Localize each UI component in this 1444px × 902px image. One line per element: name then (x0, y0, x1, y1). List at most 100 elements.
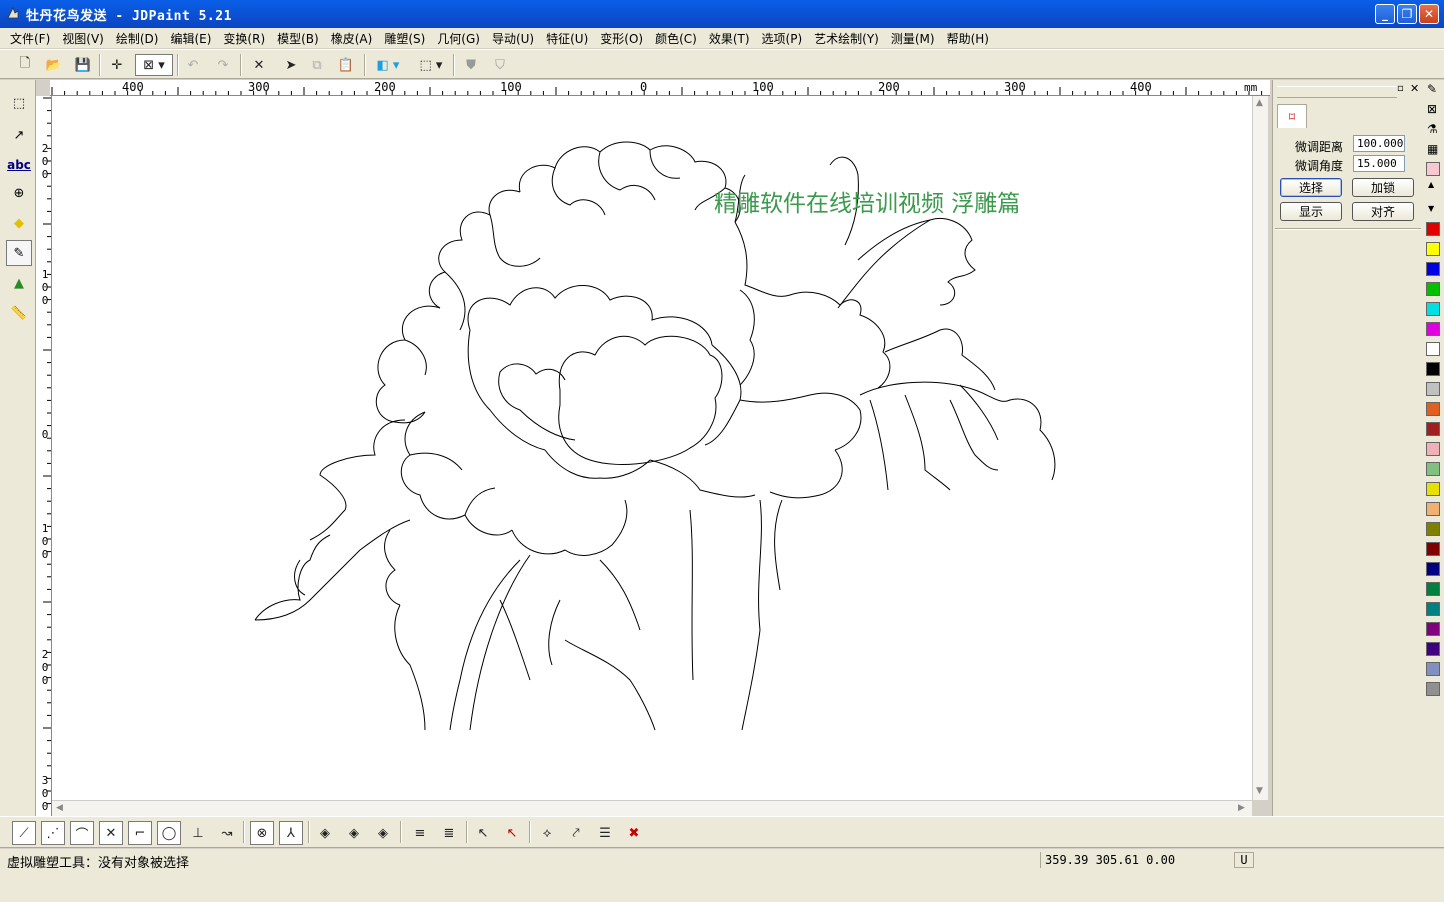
view-3d-button[interactable]: ◧ ▾ (370, 54, 406, 76)
fillet-tool-button[interactable]: ⌐ (128, 821, 152, 845)
select-tool[interactable]: ⬚ (6, 90, 32, 116)
color-swatch[interactable] (1426, 662, 1440, 676)
cancel-tool-button[interactable]: ✖ (622, 821, 646, 845)
color-swatch-current[interactable] (1426, 162, 1440, 176)
lock-button[interactable]: 加锁 (1352, 178, 1414, 197)
fine-angle-input[interactable]: 15.000 (1353, 155, 1405, 172)
hatch-tool-button-1[interactable]: ≡ (408, 821, 432, 845)
menu-transform[interactable]: 变换(R) (217, 30, 271, 47)
color-swatch[interactable] (1426, 222, 1440, 236)
diamond-grid-button-1[interactable]: ◈ (313, 821, 337, 845)
align-button[interactable]: 对齐 (1352, 202, 1414, 221)
color-swatch[interactable] (1426, 462, 1440, 476)
undo-button[interactable]: ↶ (182, 54, 204, 76)
menu-draw[interactable]: 绘制(D) (110, 30, 165, 47)
color-swatch[interactable] (1426, 282, 1440, 296)
shade-button[interactable]: ⛊ (460, 54, 482, 76)
perpendicular-tool-button[interactable]: ⊥ (186, 821, 210, 845)
arc-tool-button[interactable]: ⌒ (70, 821, 94, 845)
open-file-button[interactable]: 📂 (43, 54, 65, 76)
palette-up-icon[interactable]: ▲ (1428, 180, 1434, 189)
delete-button[interactable]: ✕ (248, 54, 270, 76)
menu-options[interactable]: 选项(P) (756, 30, 809, 47)
shape-tool[interactable]: ⊕ (6, 180, 32, 206)
scroll-up-icon[interactable]: ▲ (1256, 98, 1263, 108)
point-tool-button[interactable]: ⊗ (250, 821, 274, 845)
copy-button[interactable]: ⧉ (306, 54, 328, 76)
color-swatch[interactable] (1426, 482, 1440, 496)
measure-tool[interactable]: 📏 (6, 300, 32, 326)
no-color-icon[interactable]: ⊠ (1427, 102, 1437, 116)
menu-guide[interactable]: 导动(U) (486, 30, 540, 47)
drawing-canvas[interactable]: 精雕软件在线培训视频 浮雕篇 (52, 96, 1252, 800)
node-tool-button-1[interactable]: ⟡ (535, 821, 559, 845)
color-swatch[interactable] (1426, 242, 1440, 256)
show-button[interactable]: 显示 (1280, 202, 1342, 221)
select-button[interactable]: 选择 (1280, 178, 1342, 197)
scroll-right-icon[interactable]: ▶ (1238, 803, 1245, 813)
menu-model[interactable]: 模型(B) (271, 30, 325, 47)
color-swatch[interactable] (1426, 502, 1440, 516)
sculpt-tool[interactable]: ✎ (6, 240, 32, 266)
horizontal-scrollbar[interactable]: ◀ ▶ (52, 800, 1252, 816)
panel-tab-select[interactable]: ⌑ (1277, 104, 1307, 128)
fill-tool[interactable]: ◆ (6, 210, 32, 236)
color-swatch[interactable] (1426, 262, 1440, 276)
color-swatch[interactable] (1426, 342, 1440, 356)
menu-edit[interactable]: 编辑(E) (164, 30, 217, 47)
circle-tool-button[interactable]: ◯ (157, 821, 181, 845)
palette-down-icon[interactable]: ▼ (1428, 204, 1434, 213)
color-swatch[interactable] (1426, 622, 1440, 636)
close-button[interactable]: ✕ (1419, 4, 1439, 24)
menu-art-draw[interactable]: 艺术绘制(Y) (808, 30, 885, 47)
vertical-scrollbar[interactable]: ▲ ▼ (1252, 96, 1268, 800)
vertex-tool-button[interactable]: ⅄ (279, 821, 303, 845)
pick-tool-button[interactable]: ↖ (471, 821, 495, 845)
select-pointer-button[interactable]: ➤ (280, 54, 302, 76)
menu-eraser[interactable]: 橡皮(A) (325, 30, 379, 47)
node-tool-button-2[interactable]: ⤤ (564, 821, 588, 845)
minimize-button[interactable]: _ (1375, 4, 1395, 24)
menu-view[interactable]: 视图(V) (56, 30, 110, 47)
color-swatch[interactable] (1426, 642, 1440, 656)
menu-color[interactable]: 颜色(C) (649, 30, 703, 47)
menu-geometry[interactable]: 几何(G) (431, 30, 486, 47)
line-tool-button[interactable]: ⟋ (12, 821, 36, 845)
menu-feature[interactable]: 特征(U) (540, 30, 594, 47)
pen-icon[interactable]: ✎ (1427, 82, 1437, 96)
color-swatch[interactable] (1426, 382, 1440, 396)
panel-grip[interactable] (1277, 86, 1397, 98)
panel-close-icon[interactable]: ✕ (1410, 82, 1419, 95)
menu-measure[interactable]: 测量(M) (885, 30, 941, 47)
color-swatch[interactable] (1426, 322, 1440, 336)
render-button[interactable]: ⛉ (489, 54, 511, 76)
app-icon[interactable] (6, 6, 20, 20)
color-swatch[interactable] (1426, 682, 1440, 696)
menu-file[interactable]: 文件(F) (4, 30, 56, 47)
diamond-grid-button-3[interactable]: ◈ (371, 821, 395, 845)
color-swatch[interactable] (1426, 542, 1440, 556)
panel-pin-icon[interactable]: ▫ (1397, 83, 1404, 94)
menu-deform[interactable]: 变形(O) (594, 30, 649, 47)
color-swatch[interactable] (1426, 442, 1440, 456)
color-swatch[interactable] (1426, 302, 1440, 316)
tangent-tool-button[interactable]: ↝ (215, 821, 239, 845)
color-swatch[interactable] (1426, 422, 1440, 436)
text-tool[interactable]: abc (6, 152, 32, 178)
color-swatch[interactable] (1426, 402, 1440, 416)
color-swatch[interactable] (1426, 582, 1440, 596)
menu-help[interactable]: 帮助(H) (941, 30, 995, 47)
crosshair-button[interactable]: ✛ (106, 54, 128, 76)
paste-button[interactable]: 📋 (335, 54, 357, 76)
fine-distance-input[interactable]: 100.000 (1353, 135, 1405, 152)
scroll-left-icon[interactable]: ◀ (56, 803, 63, 813)
color-swatch[interactable] (1426, 362, 1440, 376)
save-button[interactable]: 💾 (72, 54, 94, 76)
view-iso-button[interactable]: ⬚ ▾ (413, 54, 449, 76)
menu-sculpt[interactable]: 雕塑(S) (378, 30, 431, 47)
eyedropper-icon[interactable]: ⚗ (1427, 122, 1438, 136)
menu-effect[interactable]: 效果(T) (703, 30, 756, 47)
view-box-button[interactable]: ⊠ ▾ (135, 54, 173, 76)
pattern-icon[interactable]: ▦ (1427, 142, 1438, 156)
relief-tool[interactable]: ▲ (6, 270, 32, 296)
